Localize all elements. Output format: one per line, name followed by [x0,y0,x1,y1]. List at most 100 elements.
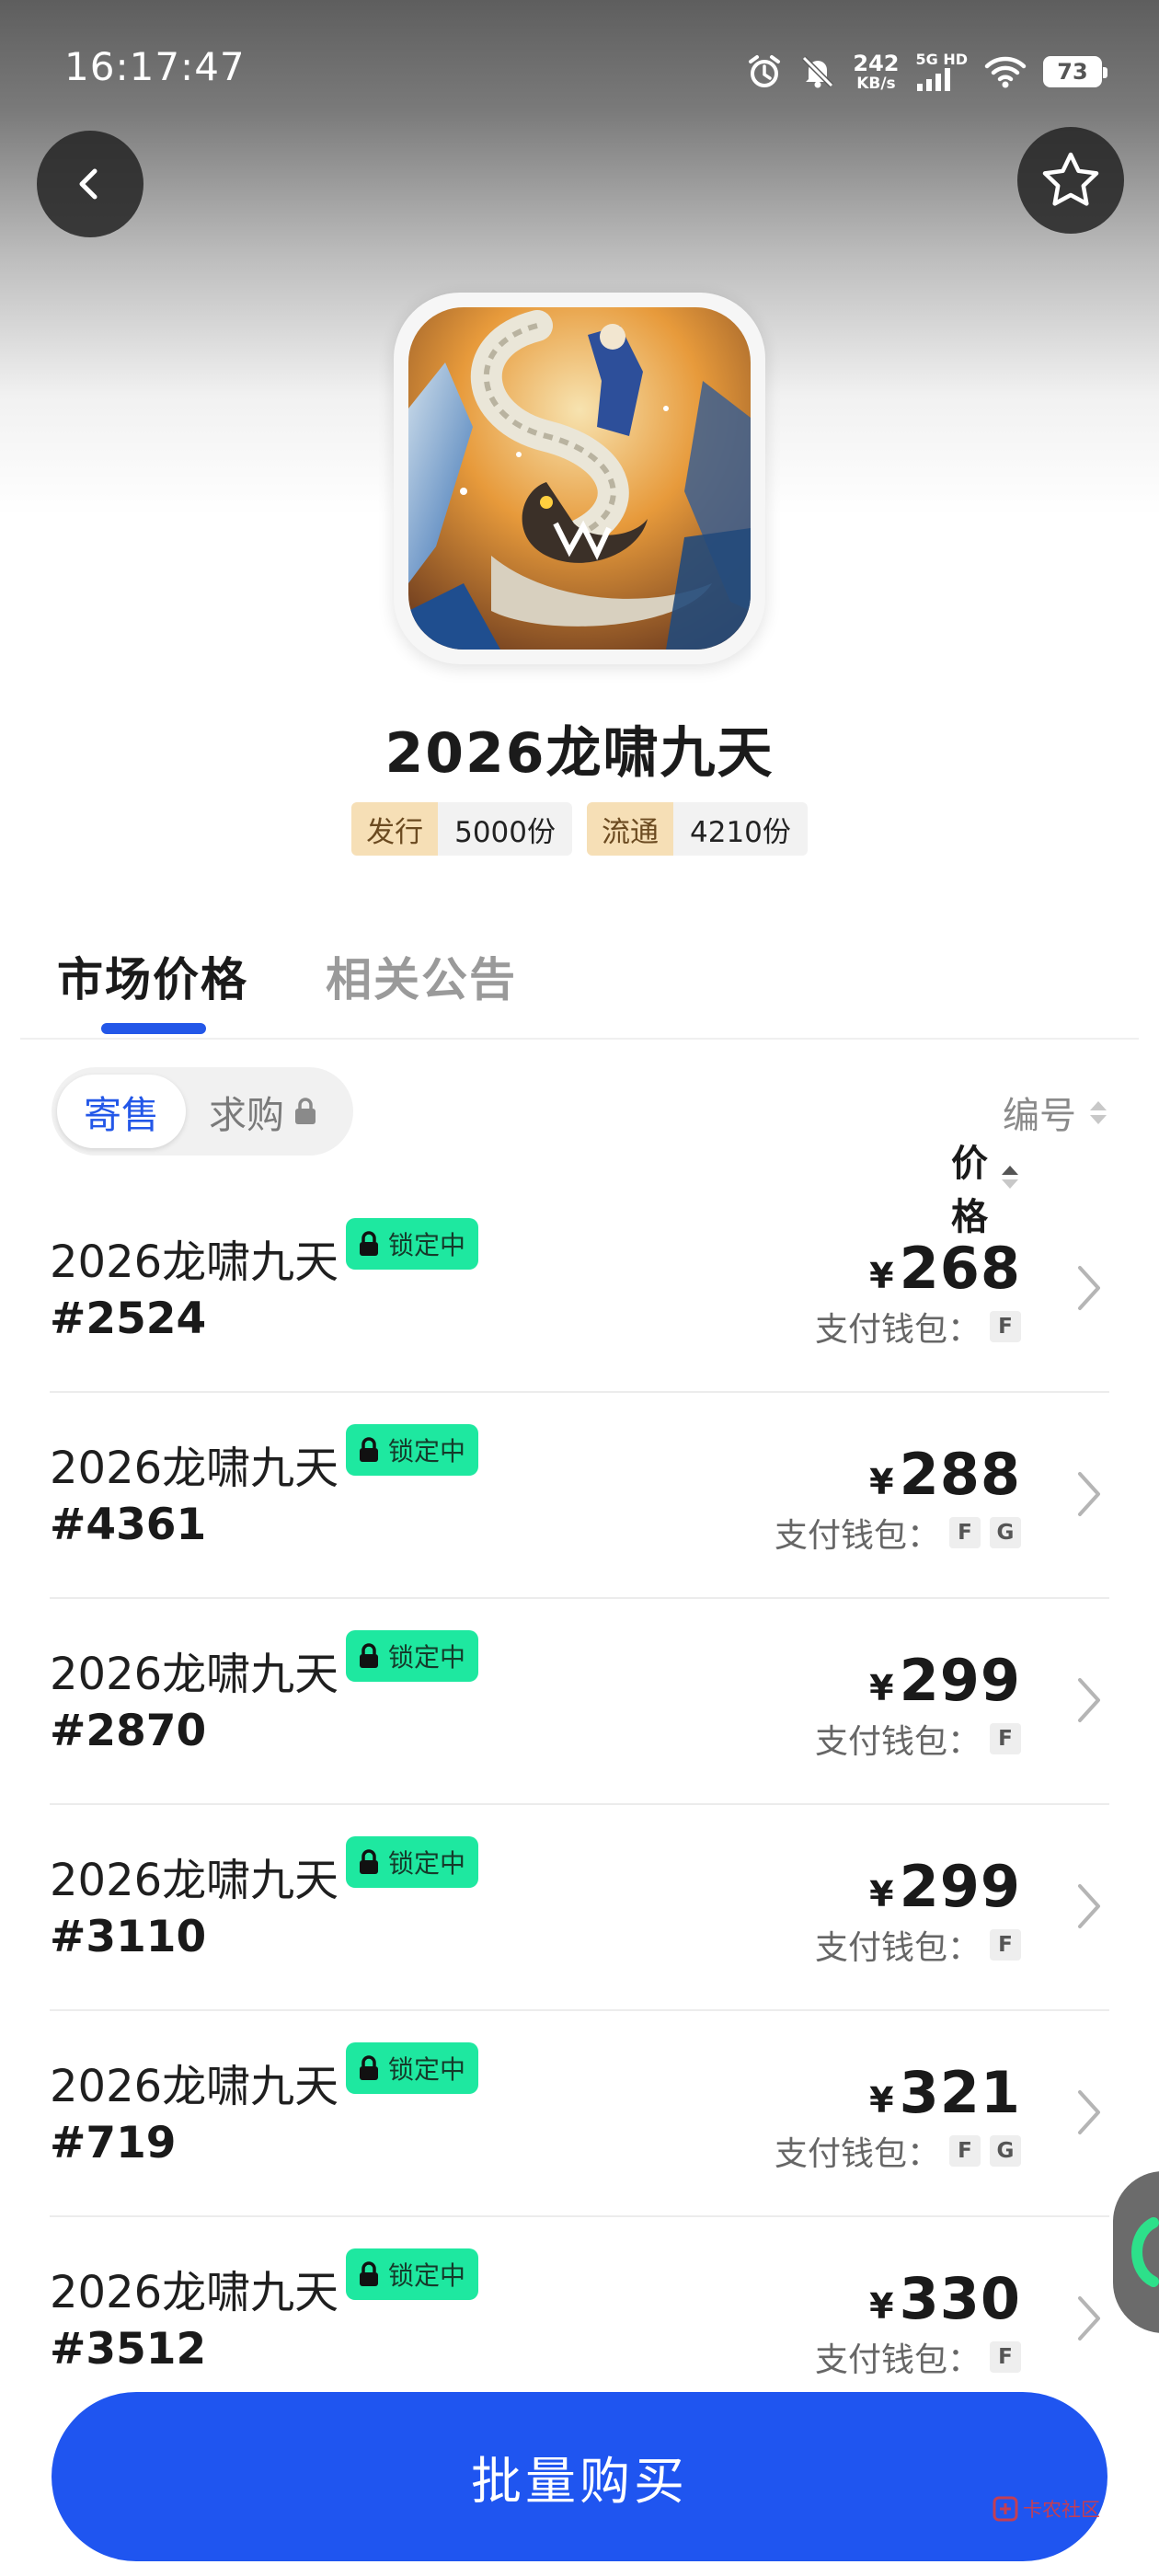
currency-symbol: ¥ [869,1874,894,1915]
watermark-text: 卡农社区 [1023,2499,1100,2521]
back-button[interactable] [37,131,143,237]
wallet-label: 支付钱包： [814,1723,981,1761]
watermark: 卡农社区 [992,2495,1100,2523]
network-speed: 242 KB/s [853,52,899,92]
wallet-chip: F [990,2341,1021,2373]
wallet-chip: G [990,1517,1021,1548]
wallet-label: 支付钱包： [774,1517,940,1555]
chevron-right-icon [1078,1266,1100,1310]
listing-row[interactable]: 2026龙啸九天 锁定中 #3110 ¥ 299 支付钱包： F [50,1805,1109,2011]
stat-value: 4210份 [673,802,808,856]
network-label: 5G HD [915,51,968,68]
locked-badge-label: 锁定中 [388,1848,466,1879]
chevron-right-icon [1078,1678,1100,1722]
lock-icon [360,1643,378,1668]
sort-number-label: 编号 [1003,1095,1076,1137]
wallet-chip: F [990,1929,1021,1961]
payment-wallets: 支付钱包： F G [775,2127,1021,2175]
listing-serial: #2870 [50,1706,207,1756]
chevron-right-icon [1078,1472,1100,1516]
listing-name: 2026龙啸九天 [50,1236,339,1288]
payment-wallets: 支付钱包： F [815,2333,1021,2381]
listing-name: 2026龙啸九天 [50,2267,339,2318]
price-value: 321 [899,2059,1021,2126]
status-time: 16:17:47 [64,44,246,89]
tab-bar: 市场价格 相关公告 [57,943,517,1009]
chevron-right-icon [1078,1884,1100,1928]
wallet-chip: F [949,2135,981,2167]
wallet-chip: F [990,1723,1021,1754]
currency-symbol: ¥ [869,1462,894,1502]
lock-icon [360,1231,378,1256]
network-speed-unit: KB/s [856,74,896,93]
stat-circulation: 流通 4210份 [587,802,808,856]
stat-value: 5000份 [438,802,572,856]
price-value: 299 [899,1853,1021,1920]
listing-row[interactable]: 2026龙啸九天 锁定中 #4361 ¥ 288 支付钱包： F G [50,1393,1109,1599]
listing-serial: #719 [50,2118,177,2168]
listing-name: 2026龙啸九天 [50,1649,339,1700]
product-stats: 发行 5000份 流通 4210份 [0,802,1159,856]
listing-row[interactable]: 2026龙啸九天 锁定中 #2870 ¥ 299 支付钱包： F [50,1599,1109,1805]
floating-assistant-button[interactable] [1113,2171,1159,2333]
sort-arrows-icon [1089,1100,1107,1125]
watermark-logo-icon [993,2496,1018,2522]
segment-consign[interactable]: 寄售 [57,1075,186,1148]
segment-want-buy[interactable]: 求购 [186,1075,342,1148]
wallet-chip: G [990,2135,1021,2167]
chevron-right-icon [1078,2296,1100,2340]
currency-symbol: ¥ [869,1256,894,1296]
listing-name: 2026龙啸九天 [50,2061,339,2112]
price-value: 330 [899,2265,1021,2332]
listing-price: ¥ 299 [869,1647,1021,1714]
status-icons: 242 KB/s 5G HD 73 [746,46,1107,98]
locked-badge-label: 锁定中 [388,2260,466,2291]
tab-announcements[interactable]: 相关公告 [326,943,517,1009]
listing-row[interactable]: 2026龙啸九天 锁定中 #719 ¥ 321 支付钱包： F G [50,2011,1109,2217]
wallet-label: 支付钱包： [774,2135,940,2173]
price-value: 288 [899,1441,1021,1508]
listing-name: 2026龙啸九天 [50,1855,339,1906]
locked-badge-label: 锁定中 [388,1230,466,1260]
locked-badge: 锁定中 [346,1630,479,1682]
stat-issued: 发行 5000份 [351,802,572,856]
mute-notification-icon [799,53,836,90]
network-speed-value: 242 [853,50,900,76]
wallet-chip: F [949,1517,981,1548]
locked-badge: 锁定中 [346,1836,479,1888]
listing-name: 2026龙啸九天 [50,1443,339,1494]
listing-serial: #3110 [50,1912,207,1962]
listing-price: ¥ 321 [869,2059,1021,2126]
battery-icon: 73 [1043,56,1107,87]
lock-icon [360,1437,378,1462]
tab-market-price[interactable]: 市场价格 [57,943,248,1009]
listing-serial: #2524 [50,1294,207,1344]
locked-badge: 锁定中 [346,2042,479,2094]
price-value: 268 [899,1235,1021,1302]
listing-type-switch: 寄售 求购 [52,1067,353,1156]
star-icon [1042,152,1099,206]
locked-badge-label: 锁定中 [388,1642,466,1673]
phone-handset-icon [1131,2217,1159,2287]
wallet-label: 支付钱包： [814,1929,981,1967]
locked-badge-label: 锁定中 [388,2054,466,2085]
listing-price: ¥ 330 [869,2265,1021,2332]
payment-wallets: 支付钱包： F [815,1715,1021,1763]
locked-badge-label: 锁定中 [388,1436,466,1466]
listing-serial: #4361 [50,1500,207,1550]
bulk-buy-button[interactable]: 批量购买 [52,2392,1107,2561]
active-tab-indicator [101,1023,206,1034]
stat-label: 流通 [587,802,673,856]
listing-row[interactable]: 2026龙啸九天 锁定中 #2524 ¥ 268 支付钱包： F [50,1187,1109,1393]
sort-by-number[interactable]: 编号 [1003,1086,1107,1139]
price-value: 299 [899,1647,1021,1714]
stat-label: 发行 [351,802,439,856]
listing-price: ¥ 288 [869,1441,1021,1508]
listing-serial: #3512 [50,2324,207,2375]
sort-controls: 价格 编号 [951,1086,1107,1238]
lock-icon [360,1849,378,1874]
product-title: 2026龙啸九天 [384,721,775,786]
sort-arrows-icon [1001,1165,1019,1190]
favorite-button[interactable] [1017,127,1124,234]
dragon-artwork-image [408,307,751,650]
